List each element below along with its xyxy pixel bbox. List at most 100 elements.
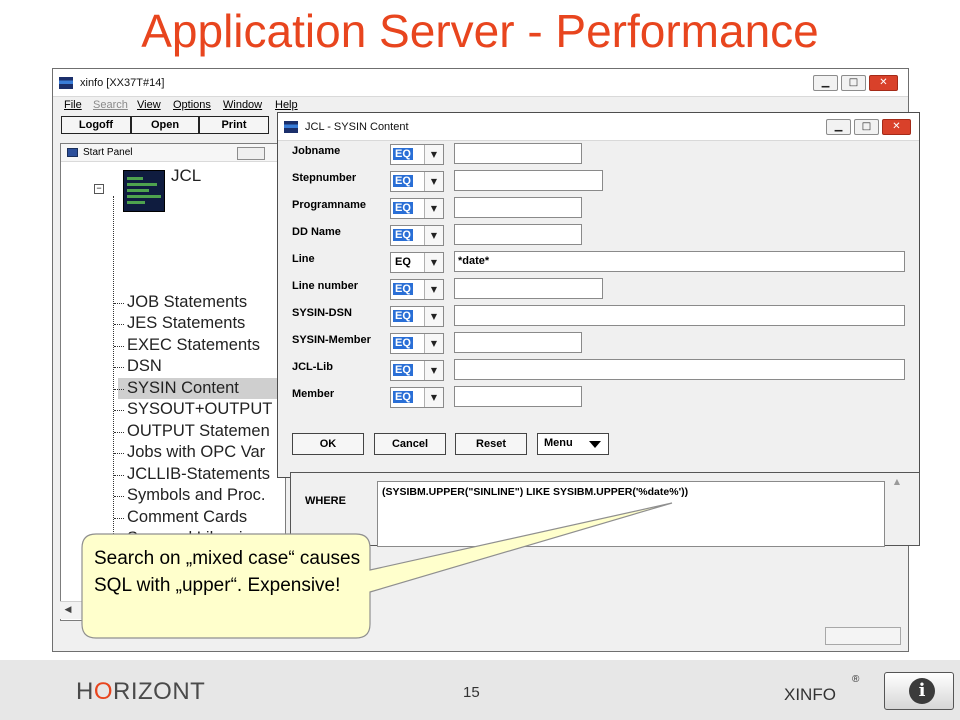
programname-input[interactable] xyxy=(454,197,582,218)
close-icon[interactable]: ✕ xyxy=(882,119,911,135)
dialog-title: JCL - SYSIN Content xyxy=(305,121,409,133)
jobname-input[interactable] xyxy=(454,143,582,164)
close-icon[interactable]: ✕ xyxy=(869,75,898,91)
main-window-title: xinfo [XX37T#14] xyxy=(80,77,165,89)
sysin-dsn-input[interactable] xyxy=(454,305,905,326)
scroll-up-icon[interactable]: ▲ xyxy=(889,477,905,545)
line-label: Line xyxy=(292,253,315,265)
line-number-input[interactable] xyxy=(454,278,603,299)
page-number: 15 xyxy=(463,684,480,701)
sysin-member-operator-select[interactable]: EQ ▼ xyxy=(390,333,444,354)
tree-item-selected[interactable]: SYSIN Content xyxy=(114,378,285,399)
jcl-lib-input[interactable] xyxy=(454,359,905,380)
dialog-app-icon xyxy=(284,121,298,133)
jobname-operator-select[interactable]: EQ ▼ xyxy=(390,144,444,165)
jcl-sysin-dialog: JCL - SYSIN Content ▁ □ ✕ Jobname EQ ▼ St… xyxy=(277,112,920,478)
member-operator-select[interactable]: EQ ▼ xyxy=(390,387,444,408)
menu-view[interactable]: View xyxy=(137,99,161,111)
maximize-icon[interactable]: □ xyxy=(841,75,866,91)
programname-label: Programname xyxy=(292,199,366,211)
stepnumber-input[interactable] xyxy=(454,170,603,191)
jcl-folder-icon xyxy=(123,170,165,212)
horizont-logo: HORIZONT xyxy=(76,678,206,705)
open-button[interactable]: Open xyxy=(131,116,199,134)
stepnumber-operator-select[interactable]: EQ ▼ xyxy=(390,171,444,192)
minimize-icon[interactable]: ▁ xyxy=(826,119,851,135)
registered-mark: ® xyxy=(852,674,860,685)
where-clause-panel: WHERE (SYSIBM.UPPER("SINLINE") LIKE SYSI… xyxy=(290,472,920,547)
tree-item[interactable]: Symbols and Proc. xyxy=(113,485,265,506)
menu-file[interactable]: File xyxy=(64,99,82,111)
reset-button[interactable]: Reset xyxy=(455,433,527,455)
menu-help[interactable]: Help xyxy=(275,99,298,111)
slide-footer: HORIZONT 15 XINFO ® i xyxy=(0,660,960,720)
maximize-icon[interactable]: □ xyxy=(854,119,879,135)
where-label: WHERE xyxy=(305,495,346,507)
dd-name-input[interactable] xyxy=(454,224,582,245)
info-button[interactable]: i xyxy=(884,672,954,710)
sysin-member-input[interactable] xyxy=(454,332,582,353)
main-title-bar[interactable]: xinfo [XX37T#14] ▁ □ ✕ xyxy=(53,69,908,97)
chevron-down-icon: ▼ xyxy=(424,361,443,380)
menu-options[interactable]: Options xyxy=(173,99,211,111)
cancel-button[interactable]: Cancel xyxy=(374,433,446,455)
panel-minimize-icon[interactable] xyxy=(237,147,265,160)
chevron-down-icon: ▼ xyxy=(424,172,443,191)
main-window-controls: ▁ □ ✕ xyxy=(813,75,898,91)
tree-item[interactable]: OUTPUT Statemen xyxy=(114,421,270,442)
sysin-dsn-label: SYSIN-DSN xyxy=(292,307,352,319)
chevron-down-icon: ▼ xyxy=(424,280,443,299)
tree-item[interactable]: JES Statements xyxy=(113,313,245,334)
sysin-dsn-operator-select[interactable]: EQ ▼ xyxy=(390,306,444,327)
start-panel-title-bar[interactable]: Start Panel xyxy=(61,144,285,162)
tree-item[interactable]: JOB Statements xyxy=(113,292,247,313)
dialog-window-controls: ▁ □ ✕ xyxy=(826,119,911,135)
logoff-button[interactable]: Logoff xyxy=(61,116,131,134)
menu-window[interactable]: Window xyxy=(223,99,262,111)
jobname-label: Jobname xyxy=(292,145,341,157)
toolbar: Logoff Open Print xyxy=(61,116,269,136)
line-input[interactable]: *date* xyxy=(454,251,905,272)
menu-search[interactable]: Search xyxy=(93,99,128,111)
chevron-down-icon: ▼ xyxy=(424,307,443,326)
programname-operator-select[interactable]: EQ ▼ xyxy=(390,198,444,219)
tree-item[interactable]: JCLLIB-Statements xyxy=(113,464,270,485)
tree-item[interactable]: EXEC Statements xyxy=(114,335,260,356)
scroll-left-icon[interactable]: ◀ xyxy=(62,604,74,617)
callout-text: Search on „mixed case“ causes SQL with „… xyxy=(94,548,361,596)
product-name: XINFO xyxy=(784,685,836,704)
start-panel-title: Start Panel xyxy=(83,147,133,158)
line-number-label: Line number xyxy=(292,280,359,292)
dd-name-operator-select[interactable]: EQ ▼ xyxy=(390,225,444,246)
tree-item[interactable]: SYSOUT+OUTPUT xyxy=(113,399,272,420)
info-icon: i xyxy=(909,678,935,704)
menu-dropdown-button[interactable]: Menu xyxy=(537,433,609,455)
where-sql-textarea[interactable]: (SYSIBM.UPPER("SINLINE") LIKE SYSIBM.UPP… xyxy=(377,481,885,547)
line-operator-select[interactable]: EQ ▼ xyxy=(390,252,444,273)
chevron-down-icon: ▼ xyxy=(424,253,443,272)
print-button[interactable]: Print xyxy=(199,116,269,134)
slide-title: Application Server - Performance xyxy=(141,5,819,57)
tree-item[interactable]: Comment Cards xyxy=(113,507,247,528)
chevron-down-icon: ▼ xyxy=(424,145,443,164)
chevron-down-icon: ▼ xyxy=(424,388,443,407)
jcl-lib-label: JCL-Lib xyxy=(292,361,333,373)
minimize-icon[interactable]: ▁ xyxy=(813,75,838,91)
sysin-member-label: SYSIN-Member xyxy=(292,334,371,346)
ok-button[interactable]: OK xyxy=(292,433,364,455)
tree-item[interactable]: Jobs with OPC Var xyxy=(113,442,265,463)
start-panel-hscrollbar[interactable]: ◀ xyxy=(60,601,286,619)
dialog-title-bar[interactable]: JCL - SYSIN Content ▁ □ ✕ xyxy=(278,113,919,141)
chevron-down-icon: ▼ xyxy=(424,334,443,353)
member-input[interactable] xyxy=(454,386,582,407)
member-label: Member xyxy=(292,388,335,400)
jcl-lib-operator-select[interactable]: EQ ▼ xyxy=(390,360,444,381)
panel-icon xyxy=(67,148,78,157)
tree-root-jcl[interactable]: JCL xyxy=(171,166,201,186)
tree-item[interactable]: DSN xyxy=(114,356,162,377)
line-number-operator-select[interactable]: EQ ▼ xyxy=(390,279,444,300)
dd-name-label: DD Name xyxy=(292,226,341,238)
chevron-down-icon: ▼ xyxy=(424,226,443,245)
tree-collapse-icon[interactable]: − xyxy=(94,184,104,194)
chevron-down-icon: ▼ xyxy=(424,199,443,218)
